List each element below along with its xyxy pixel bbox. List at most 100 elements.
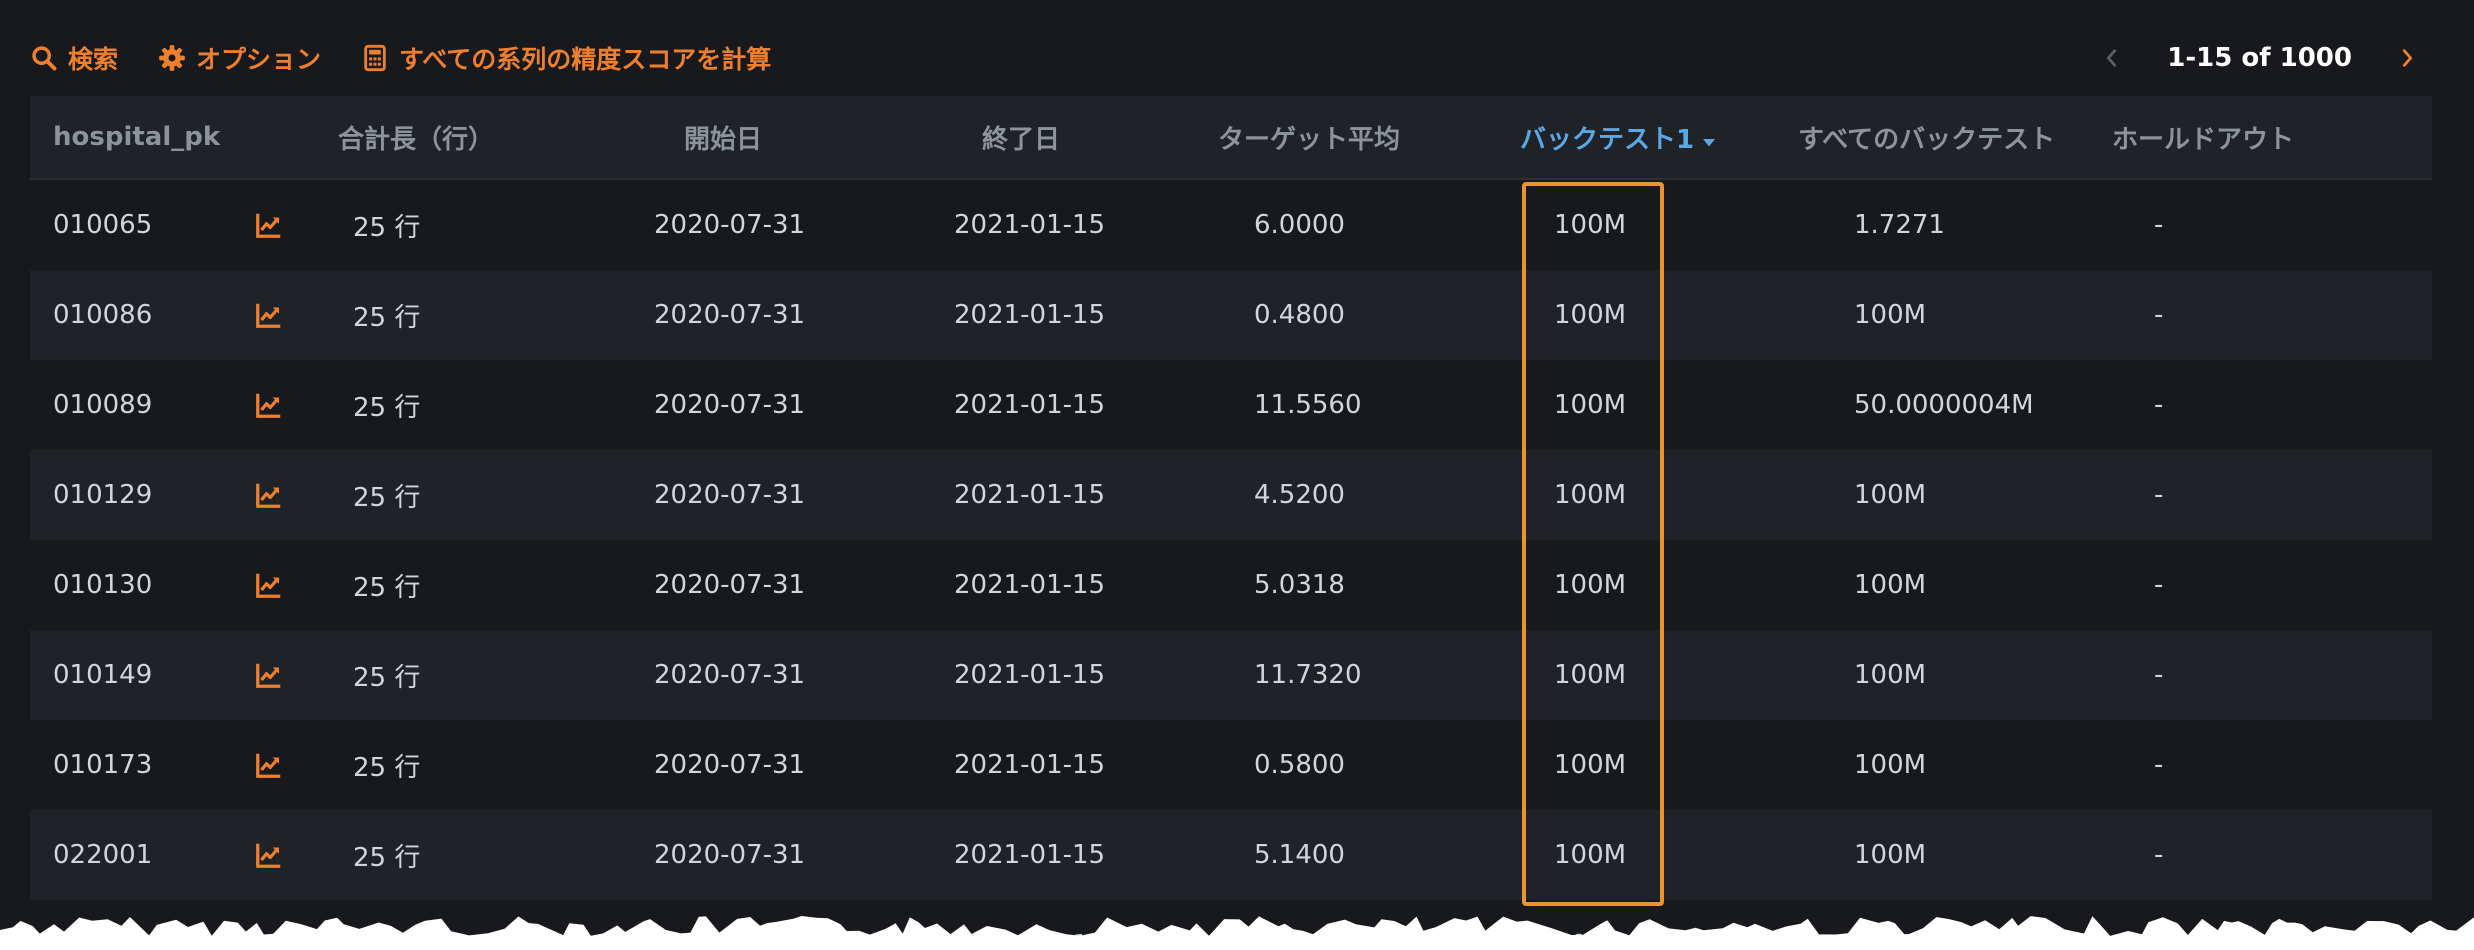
series-chart-button[interactable] — [254, 900, 284, 950]
chart-line-icon — [256, 303, 281, 328]
cell-all-backtests: 100M — [1854, 480, 1927, 510]
table-row[interactable]: 010086 25 行 2020-07-31 2021-01-15 0.4800 100M… — [30, 270, 2432, 360]
cell-all-backtests: 1.7271 — [1854, 210, 1945, 240]
series-chart-button[interactable] — [254, 180, 284, 270]
prev-page-button[interactable] — [2099, 45, 2125, 71]
cell-target-mean: 4.0750 — [1254, 930, 1345, 950]
gear-icon — [159, 45, 185, 71]
pagination: 1-15 of 1000 — [2099, 36, 2420, 80]
series-chart-button[interactable] — [254, 360, 284, 450]
cell-length: 25 行 — [353, 212, 421, 243]
cell-length: 25 行 — [353, 482, 421, 513]
cell-holdout: - — [2154, 390, 2164, 420]
cell-target-mean: 5.1400 — [1254, 840, 1345, 870]
compute-accuracy-button[interactable]: すべての系列の精度スコアを計算 — [361, 40, 771, 76]
cell-end: 2021-01-15 — [954, 570, 1106, 600]
cell-length: 25 行 — [353, 662, 421, 693]
sort-descending-icon — [1703, 139, 1716, 147]
cell-start: 2020-07-31 — [654, 300, 806, 330]
cell-id: 010065 — [53, 210, 153, 240]
cell-holdout: - — [2154, 480, 2164, 510]
cell-end: 2021-01-15 — [954, 930, 1106, 950]
header-all-backtests[interactable]: すべてのバックテスト — [1798, 96, 2055, 178]
cell-start: 2020-07-31 — [654, 750, 806, 780]
table-body: 010065 25 行 2020-07-31 2021-01-15 6.0000 100M… — [30, 180, 2432, 950]
cell-holdout: - — [2154, 750, 2164, 780]
compute-label: すべての系列の精度スコアを計算 — [399, 45, 772, 74]
cell-id: 010129 — [53, 480, 153, 510]
cell-all-backtests: 100M — [1854, 660, 1927, 690]
series-chart-button[interactable] — [254, 720, 284, 810]
series-table: hospital_pk 合計長（行） 開始日 終了日 ターゲット平均 バックテス… — [30, 96, 2432, 950]
cell-backtest1: 100M — [1554, 480, 1627, 510]
calculator-icon — [364, 44, 386, 72]
series-chart-button[interactable] — [254, 630, 284, 720]
header-holdout[interactable]: ホールドアウト — [2112, 96, 2294, 178]
series-chart-button[interactable] — [254, 270, 284, 360]
cell-target-mean: 5.0318 — [1254, 570, 1345, 600]
cell-target-mean: 0.4800 — [1254, 300, 1345, 330]
cell-backtest1: 100M — [1554, 300, 1627, 330]
cell-backtest1: 100M — [1554, 750, 1627, 780]
table-header: hospital_pk 合計長（行） 開始日 終了日 ターゲット平均 バックテス… — [30, 96, 2432, 180]
cell-holdout: - — [2154, 570, 2164, 600]
header-start-date[interactable]: 開始日 — [684, 96, 762, 178]
table-row[interactable]: 010130 25 行 2020-07-31 2021-01-15 5.0318 100M… — [30, 540, 2432, 630]
series-chart-button[interactable] — [254, 810, 284, 900]
header-total-length[interactable]: 合計長（行） — [338, 96, 494, 178]
cell-backtest1: 100M — [1554, 840, 1627, 870]
cell-id: 010130 — [53, 570, 153, 600]
cell-length: 25 行 — [353, 842, 421, 873]
next-page-button[interactable] — [2394, 45, 2420, 71]
cell-id: 010173 — [53, 750, 153, 780]
toolbar: 検索 オプション すべての系列の精度スコアを計算 — [30, 36, 811, 80]
table-row[interactable]: 010129 25 行 2020-07-31 2021-01-15 4.5200 100M… — [30, 450, 2432, 540]
cell-backtest1: 100M — [1554, 660, 1627, 690]
table-row[interactable]: 010065 25 行 2020-07-31 2021-01-15 6.0000 100M… — [30, 180, 2432, 270]
series-table-page: 検索 オプション すべての系列の精度スコアを計算 1-15 of 1000 ho… — [0, 0, 2474, 950]
cell-end: 2021-01-15 — [954, 480, 1106, 510]
table-row[interactable]: 021314 25 2020-07-31 2021-01-15 4.0750 100M 2.… — [30, 900, 2432, 950]
cell-start: 2020-07-31 — [654, 660, 806, 690]
cell-backtest1: 100M — [1554, 390, 1627, 420]
cell-id: 010149 — [53, 660, 153, 690]
cell-start: 2020-07-31 — [654, 210, 806, 240]
header-hospital-pk[interactable]: hospital_pk — [53, 96, 220, 178]
cell-length: 25 行 — [353, 752, 421, 783]
header-end-date[interactable]: 終了日 — [982, 96, 1060, 178]
cell-id: 010086 — [53, 300, 153, 330]
options-button[interactable]: オプション — [158, 40, 321, 76]
table-row[interactable]: 010149 25 行 2020-07-31 2021-01-15 11.7320 100… — [30, 630, 2432, 720]
cell-end: 2021-01-15 — [954, 750, 1106, 780]
cell-id: 010089 — [53, 390, 153, 420]
table-row[interactable]: 010173 25 行 2020-07-31 2021-01-15 0.5800 100M… — [30, 720, 2432, 810]
cell-start: 2020-07-31 — [654, 840, 806, 870]
chart-line-icon — [256, 933, 279, 950]
table-row[interactable]: 010089 25 行 2020-07-31 2021-01-15 11.5560 100… — [30, 360, 2432, 450]
table-row[interactable]: 022001 25 行 2020-07-31 2021-01-15 5.1400 100M… — [30, 810, 2432, 900]
cell-length: 25 行 — [353, 572, 421, 603]
cell-all-backtests: 50.0000004M — [1854, 390, 2034, 420]
series-chart-button[interactable] — [254, 450, 284, 540]
cell-holdout: - — [2154, 300, 2164, 330]
chart-line-icon — [256, 213, 281, 238]
cell-start: 2020-07-31 — [654, 930, 806, 950]
chart-line-icon — [256, 843, 281, 868]
cell-end: 2021-01-15 — [954, 300, 1106, 330]
cell-target-mean: 11.5560 — [1254, 390, 1362, 420]
series-chart-button[interactable] — [254, 540, 284, 630]
header-backtest1[interactable]: バックテスト1 — [1520, 96, 1718, 178]
cell-holdout: - — [2154, 660, 2164, 690]
chart-line-icon — [256, 663, 281, 688]
cell-target-mean: 0.5800 — [1254, 750, 1345, 780]
search-button[interactable]: 検索 — [30, 40, 118, 76]
cell-target-mean: 6.0000 — [1254, 210, 1345, 240]
cell-end: 2021-01-15 — [954, 660, 1106, 690]
cell-end: 2021-01-15 — [954, 840, 1106, 870]
chevron-left-icon — [2107, 49, 2117, 67]
cell-length: 25 行 — [353, 302, 421, 333]
cell-id: 022001 — [53, 840, 153, 870]
cell-all-backtests: 2.1590 — [1854, 930, 1945, 950]
cell-end: 2021-01-15 — [954, 390, 1106, 420]
header-target-mean[interactable]: ターゲット平均 — [1218, 96, 1400, 178]
